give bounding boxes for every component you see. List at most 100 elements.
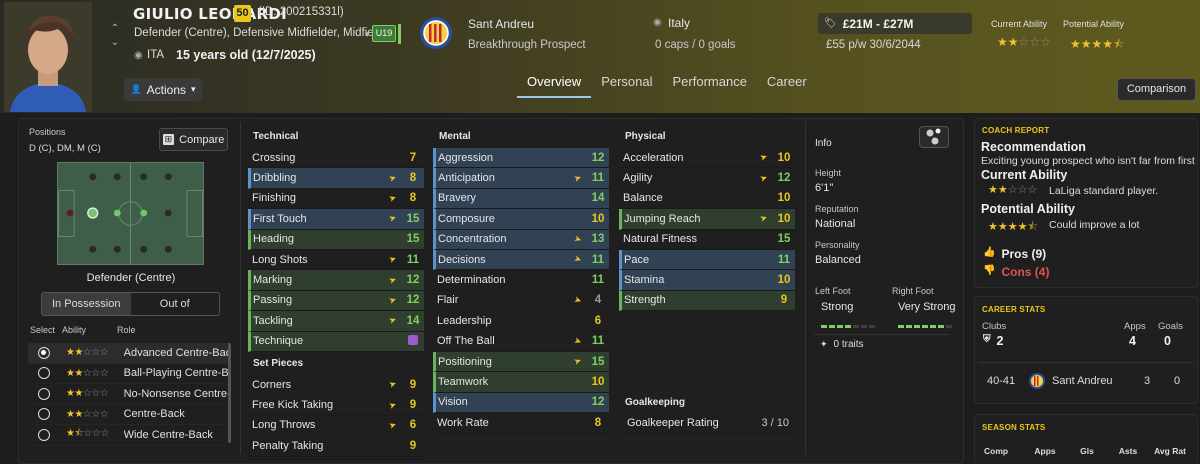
- set-pieces-heading: Set Pieces: [253, 358, 304, 369]
- attribute-row[interactable]: Positioning ➤ 15: [433, 351, 609, 373]
- attribute-trend-down-icon: ➤: [572, 293, 584, 306]
- role-list-scrollbar[interactable]: [228, 343, 231, 443]
- career-club[interactable]: Sant Andreu: [1046, 375, 1132, 387]
- attribute-row[interactable]: Free Kick Taking ➤ 9: [248, 395, 424, 416]
- role-radio[interactable]: [38, 367, 50, 380]
- club-name[interactable]: Sant Andreu: [468, 17, 534, 31]
- attribute-row[interactable]: Tackling ➤ 14: [248, 311, 424, 332]
- attribute-row[interactable]: Teamwork 10: [433, 372, 609, 393]
- attribute-row[interactable]: Finishing ➤ 8: [248, 189, 424, 210]
- tab-overview[interactable]: Overview: [517, 66, 592, 98]
- attribute-row[interactable]: Balance 10: [619, 189, 795, 210]
- attribute-value: 4: [594, 294, 602, 307]
- attribute-value: 10: [777, 212, 791, 225]
- attribute-trend-up-icon: ➤: [387, 171, 399, 184]
- ability-badge: 50: [234, 5, 251, 22]
- positions-expand-icon[interactable]: ▾: [365, 29, 370, 40]
- right-foot-label: Right Foot: [892, 286, 934, 296]
- traits-row[interactable]: ✦ 0 traits: [814, 334, 950, 354]
- person-attributes-icon[interactable]: [919, 126, 949, 148]
- attribute-name: Corners: [252, 378, 292, 391]
- role-radio[interactable]: [38, 428, 50, 441]
- attribute-row[interactable]: Crossing 7: [248, 148, 424, 169]
- potential-ability-title: Potential Ability: [981, 202, 1075, 216]
- attribute-row[interactable]: Long Throws ➤ 6: [248, 416, 424, 437]
- role-radio[interactable]: [38, 408, 50, 421]
- cons-row[interactable]: 👎 Cons (4): [983, 265, 1049, 279]
- actions-label: Actions: [146, 82, 187, 97]
- attribute-value: 12: [406, 274, 420, 287]
- career-apps: 3: [1143, 374, 1151, 387]
- attribute-value: 8: [409, 172, 417, 185]
- nation-name[interactable]: Italy: [668, 16, 690, 30]
- career-row[interactable]: 40-41 Sant Andreu 3 0: [978, 362, 1194, 398]
- attribute-row[interactable]: Determination 11: [433, 270, 609, 291]
- attribute-row[interactable]: Leadership 6: [433, 311, 609, 332]
- potential-ability-label: Potential Ability: [1063, 19, 1125, 29]
- comparison-button[interactable]: Comparison: [1117, 78, 1196, 101]
- compare-icon: ⊞: [162, 134, 175, 145]
- attribute-row[interactable]: Work Rate 8: [433, 413, 609, 434]
- attribute-value: 10: [777, 274, 791, 287]
- actions-button[interactable]: 👤 Actions ▾: [124, 78, 202, 101]
- attribute-row[interactable]: Penalty Taking 9: [248, 436, 424, 457]
- role-row[interactable]: ★⯪☆☆☆ Wide Centre-Back: [28, 425, 230, 446]
- attribute-row[interactable]: Stamina 10: [619, 270, 795, 291]
- clubs-value: 2: [996, 334, 1004, 348]
- attribute-row[interactable]: Passing ➤ 12: [248, 290, 424, 312]
- foot-bar-segment: [829, 325, 835, 328]
- attribute-row[interactable]: Anticipation ➤ 11: [433, 168, 609, 189]
- next-player-icon[interactable]: ⌄: [108, 36, 122, 50]
- attribute-row[interactable]: Concentration ➤ 13: [433, 229, 609, 250]
- attribute-row[interactable]: Aggression 12: [433, 148, 609, 169]
- player-nav-arrows[interactable]: ⌃ ⌄: [108, 22, 122, 50]
- role-row[interactable]: ★★☆☆☆ Ball-Playing Centre-Back: [28, 364, 230, 384]
- attribute-row[interactable]: Acceleration ➤ 10: [619, 148, 795, 169]
- physical-list: Acceleration ➤ 10 Agility ➤ 12 Balance 10 Jumpin…: [619, 148, 795, 312]
- role-radio[interactable]: [38, 346, 50, 359]
- attribute-trend-down-icon: ➤: [572, 232, 584, 245]
- position-pitch[interactable]: [57, 162, 204, 265]
- attribute-row[interactable]: First Touch ➤ 15: [248, 209, 424, 230]
- sparkle-icon: ✦: [820, 339, 828, 349]
- role-row[interactable]: ★★☆☆☆ Centre-Back: [28, 405, 230, 425]
- foot-bar-segment: [853, 325, 859, 328]
- attribute-value: 15: [591, 355, 605, 368]
- previous-player-icon[interactable]: ⌃: [108, 22, 122, 36]
- cons-label: Cons (4): [1001, 265, 1050, 279]
- attribute-row[interactable]: Dribbling ➤ 8: [248, 168, 424, 189]
- tab-performance[interactable]: Performance: [663, 66, 757, 98]
- attribute-name: Balance: [623, 192, 663, 205]
- attribute-row[interactable]: Flair ➤ 4: [433, 291, 609, 312]
- tab-out-of-possession[interactable]: Out of Possession: [131, 293, 220, 315]
- tab-career[interactable]: Career: [757, 66, 817, 98]
- left-foot-value: Strong: [821, 301, 854, 313]
- technical-heading: Technical: [253, 131, 299, 142]
- role-row[interactable]: ★★☆☆☆ No-Nonsense Centre-Back: [28, 384, 230, 405]
- pros-row[interactable]: 👍 Pros (9): [983, 247, 1046, 261]
- attribute-row[interactable]: Pace 11: [619, 249, 795, 271]
- attribute-row[interactable]: Off The Ball ➤ 11: [433, 332, 609, 352]
- role-radio[interactable]: [38, 387, 50, 400]
- foot-bar-segment: [938, 325, 944, 328]
- right-foot-bar: [898, 317, 954, 328]
- compare-button[interactable]: ⊞ Compare: [159, 128, 228, 151]
- tab-personal[interactable]: Personal: [591, 66, 662, 98]
- role-row[interactable]: ★★☆☆☆ Advanced Centre-Back: [28, 343, 230, 364]
- attribute-row[interactable]: Decisions ➤ 11: [433, 249, 609, 271]
- attribute-row[interactable]: Corners ➤ 9: [248, 375, 424, 396]
- attribute-row[interactable]: Vision 12: [433, 392, 609, 414]
- attribute-row[interactable]: Technique: [248, 331, 424, 352]
- attribute-row[interactable]: Composure 10: [433, 209, 609, 230]
- attribute-row[interactable]: Long Shots ➤ 11: [248, 250, 424, 271]
- attribute-row[interactable]: Strength 9: [619, 290, 795, 312]
- attribute-row[interactable]: Natural Fitness 15: [619, 230, 795, 250]
- attribute-row[interactable]: Bravery 14: [433, 188, 609, 210]
- club-crest-icon[interactable]: [418, 14, 454, 52]
- tab-in-possession[interactable]: In Possession: [42, 293, 131, 315]
- height-value: 6'1": [815, 182, 834, 194]
- attribute-row[interactable]: Marking ➤ 12: [248, 270, 424, 291]
- attribute-row[interactable]: Agility ➤ 12: [619, 168, 795, 189]
- attribute-row[interactable]: Heading 15: [248, 229, 424, 250]
- attribute-row[interactable]: Jumping Reach ➤ 10: [619, 209, 795, 230]
